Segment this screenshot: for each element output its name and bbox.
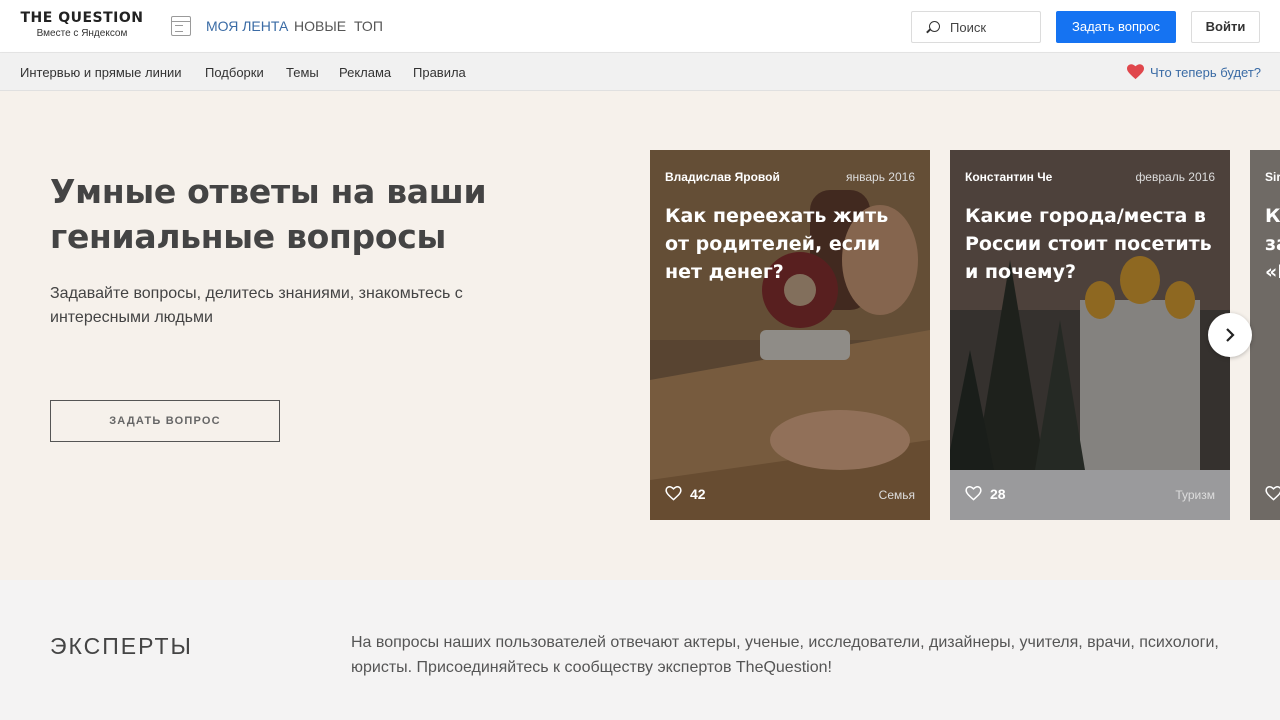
logo-subtitle: Вместе с Яндексом bbox=[36, 28, 128, 39]
tab-new[interactable]: НОВЫЕ bbox=[294, 18, 346, 35]
heart-icon bbox=[1127, 64, 1144, 80]
card-likes-count: 28 bbox=[990, 486, 1006, 502]
subnav-item-rules[interactable]: Правила bbox=[413, 65, 466, 80]
tab-my-feed[interactable]: МОЯ ЛЕНТА bbox=[206, 18, 288, 35]
ask-question-button[interactable]: Задать вопрос bbox=[1056, 11, 1176, 43]
feed-icon[interactable] bbox=[171, 16, 191, 36]
experts-description: На вопросы наших пользователей отвечают … bbox=[351, 634, 1219, 676]
card-title[interactable]: Как переехать жить от родителей, если не… bbox=[665, 202, 915, 286]
subnav-item-collections[interactable]: Подборки bbox=[205, 65, 264, 80]
card-date: январь 2016 bbox=[846, 170, 915, 184]
logo[interactable]: THE QUESTION Вместе с Яндексом bbox=[20, 10, 144, 40]
experts-section: ЭКСПЕРТЫ На вопросы наших пользователей … bbox=[0, 580, 1280, 720]
card-date: февраль 2016 bbox=[1135, 170, 1215, 184]
tab-top[interactable]: ТОП bbox=[354, 18, 383, 35]
future-link[interactable]: Что теперь будет? bbox=[1150, 65, 1261, 80]
card-topic[interactable]: Туризм bbox=[1175, 488, 1215, 502]
card-topic[interactable]: Семья bbox=[879, 488, 915, 502]
subnav-item-interviews[interactable]: Интервью и прямые линии bbox=[20, 65, 182, 80]
search-icon bbox=[929, 21, 940, 32]
card-author[interactable]: Sir bbox=[1265, 170, 1280, 184]
like-icon[interactable] bbox=[1265, 486, 1280, 501]
subnav-item-topics[interactable]: Темы bbox=[286, 65, 319, 80]
hero-ask-button[interactable]: ЗАДАТЬ ВОПРОС bbox=[50, 400, 280, 442]
sub-navigation: Интервью и прямые линии Подборки Темы Ре… bbox=[0, 53, 1280, 91]
chevron-right-icon bbox=[1226, 328, 1235, 342]
experts-title: ЭКСПЕРТЫ bbox=[50, 633, 193, 659]
logo-title: THE QUESTION bbox=[20, 10, 144, 26]
search-input[interactable]: Поиск bbox=[911, 11, 1041, 43]
card-title[interactable]: К за «I bbox=[1265, 202, 1280, 286]
question-card[interactable]: Sir К за «I bbox=[1250, 150, 1280, 520]
card-title[interactable]: Какие города/места в России стоит посети… bbox=[965, 202, 1215, 286]
like-icon[interactable] bbox=[665, 486, 682, 501]
search-placeholder: Поиск bbox=[950, 20, 987, 35]
hero-section: Умные ответы на ваши гениальные вопросы … bbox=[0, 91, 1280, 580]
login-button[interactable]: Войти bbox=[1191, 11, 1260, 43]
question-card[interactable]: Константин Че февраль 2016 Какие города/… bbox=[950, 150, 1230, 520]
card-likes-count: 42 bbox=[690, 486, 706, 502]
hero-subtitle: Задавайте вопросы, делитесь знаниями, зн… bbox=[50, 285, 463, 326]
like-icon[interactable] bbox=[965, 486, 982, 501]
question-card[interactable]: Владислав Яровой январь 2016 Как перееха… bbox=[650, 150, 930, 520]
carousel-next-button[interactable] bbox=[1208, 313, 1252, 357]
card-author[interactable]: Константин Че bbox=[965, 170, 1052, 184]
subnav-item-ads[interactable]: Реклама bbox=[339, 65, 391, 80]
hero-title: Умные ответы на ваши гениальные вопросы bbox=[50, 172, 487, 256]
top-header: THE QUESTION Вместе с Яндексом МОЯ ЛЕНТА… bbox=[0, 0, 1280, 53]
card-author[interactable]: Владислав Яровой bbox=[665, 170, 780, 184]
